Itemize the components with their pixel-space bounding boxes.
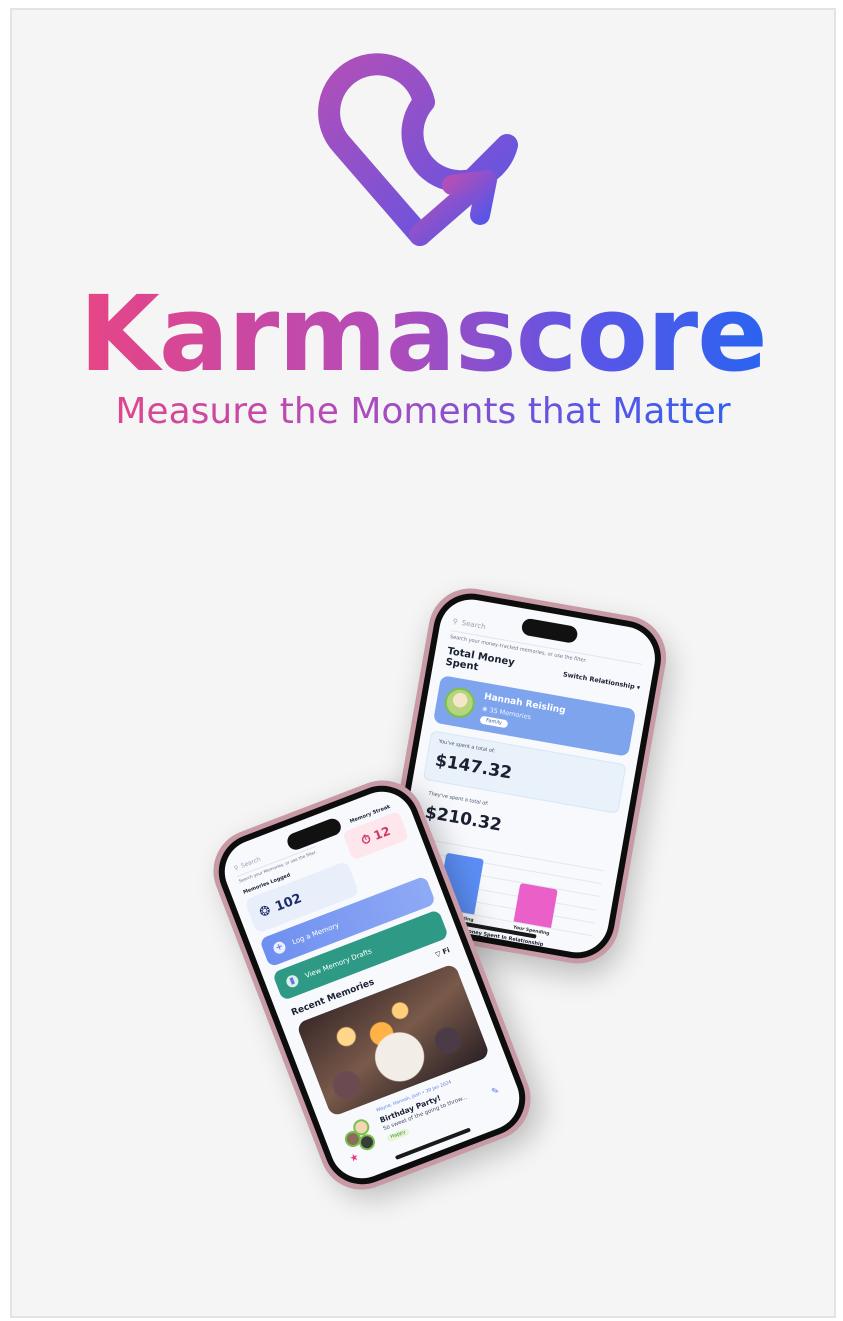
your-spending-amount: $147.32 xyxy=(433,750,514,784)
search-placeholder: Search xyxy=(461,618,487,631)
switch-relationship-dropdown[interactable]: Switch Relationship ▾ xyxy=(562,670,640,691)
plus-icon: + xyxy=(271,939,288,956)
logged-value: 102 xyxy=(272,890,304,915)
filter-button[interactable]: ▽ Fi xyxy=(434,946,451,959)
log-memory-label: Log a Memory xyxy=(291,921,341,947)
view-drafts-label: View Memory Drafts xyxy=(304,947,374,981)
filter-icon: ▽ xyxy=(434,949,443,959)
timer-icon: ⏱ xyxy=(359,830,373,848)
edit-icon[interactable]: ✎ xyxy=(490,1086,501,1098)
search-icon: ⚲ xyxy=(233,864,240,873)
brand-tagline: Measure the Moments that Matter xyxy=(12,390,834,433)
chart-bar xyxy=(513,883,558,929)
switch-relationship-label: Switch Relationship xyxy=(562,670,636,691)
avatar xyxy=(442,685,478,721)
bookmark-icon: ▮ xyxy=(284,973,301,990)
their-spending-amount: $210.32 xyxy=(423,802,504,836)
participant-avatars xyxy=(340,1114,387,1161)
chevron-down-icon: ▾ xyxy=(636,683,641,692)
brand-name: Karmascore xyxy=(12,282,834,386)
search-placeholder: Search xyxy=(239,855,262,870)
memory-icon: ❀ xyxy=(481,704,489,714)
streak-value: 12 xyxy=(371,823,393,843)
relationship-tag: Family xyxy=(479,715,509,729)
page-title: Total Money Spent xyxy=(444,645,516,674)
filter-label: Fi xyxy=(441,946,451,957)
karmascore-logo-icon xyxy=(318,53,518,246)
page-frame: Karmascore Measure the Moments that Matt… xyxy=(10,8,836,1318)
search-icon: ⚲ xyxy=(452,617,459,627)
memory-photo[interactable] xyxy=(295,962,491,1118)
feather-icon: ❂ xyxy=(257,902,273,921)
